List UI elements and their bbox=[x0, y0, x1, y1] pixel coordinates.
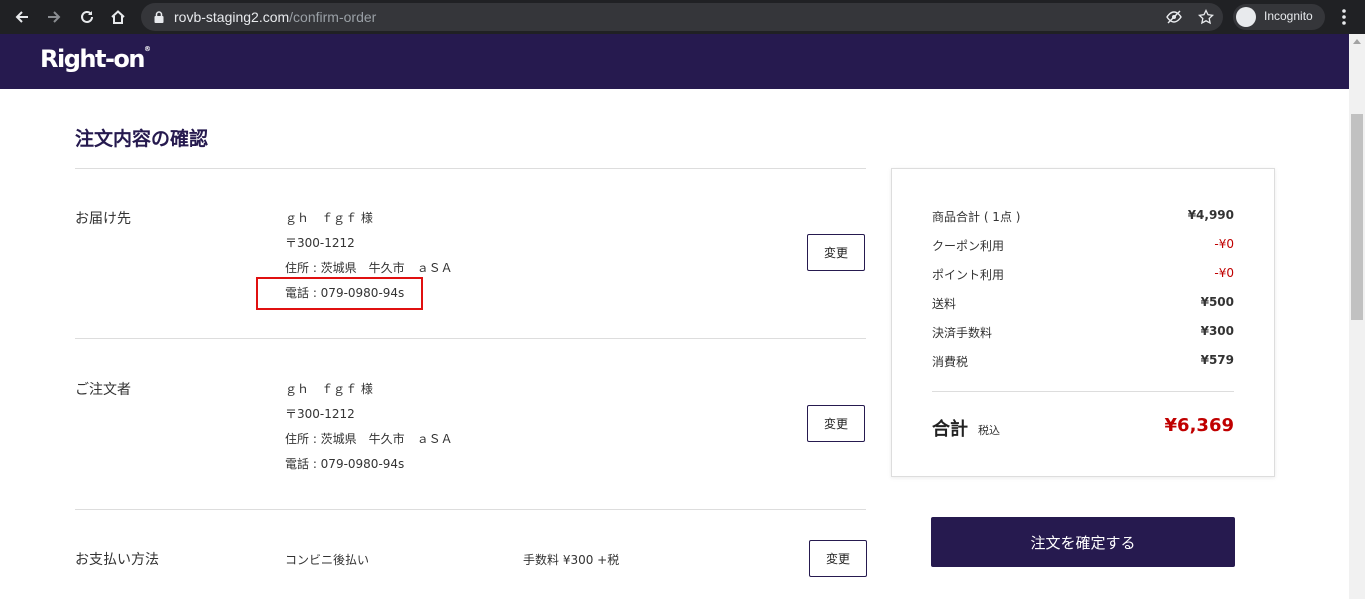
star-icon[interactable] bbox=[1198, 9, 1214, 25]
summary-row-value: -¥0 bbox=[1214, 266, 1234, 280]
delivery-label: お届け先 bbox=[75, 211, 131, 227]
payment-change-button[interactable]: 変更 bbox=[809, 540, 867, 577]
payment-method: コンビニ後払い bbox=[285, 553, 370, 567]
browser-toolbar: rovb-staging2.com/confirm-order Incognit… bbox=[0, 0, 1365, 34]
url-text: rovb-staging2.com/confirm-order bbox=[174, 9, 376, 25]
summary-row-value: ¥300 bbox=[1200, 324, 1234, 338]
summary-row: クーポン利用 -¥0 bbox=[932, 237, 1234, 255]
order-summary-card: 商品合計 ( 1点 ) ¥4,990 クーポン利用 -¥0 ポイント利用 -¥0… bbox=[891, 168, 1275, 477]
logo-text: Right-on bbox=[40, 45, 145, 73]
divider bbox=[75, 509, 866, 510]
payment-fee: 手数料 ¥300 +税 bbox=[523, 553, 620, 567]
incognito-badge[interactable]: Incognito bbox=[1233, 4, 1325, 30]
summary-row-label: 送料 bbox=[932, 297, 957, 311]
total-tax-note: 税込 bbox=[978, 424, 1000, 437]
summary-row: 送料 ¥500 bbox=[932, 295, 1234, 313]
delivery-address: 住所 : 茨城県 牛久市 ａＳＡ bbox=[285, 261, 453, 275]
logo-mark: ® bbox=[143, 45, 151, 53]
orderer-label: ご注文者 bbox=[75, 382, 131, 398]
site-logo[interactable]: Right-on® bbox=[40, 45, 151, 73]
divider bbox=[75, 338, 866, 339]
summary-row-value: ¥500 bbox=[1200, 295, 1234, 309]
delivery-change-button[interactable]: 変更 bbox=[807, 234, 865, 271]
summary-row: ポイント利用 -¥0 bbox=[932, 266, 1234, 284]
summary-row: 決済手数料 ¥300 bbox=[932, 324, 1234, 342]
summary-divider bbox=[932, 391, 1234, 392]
phone-highlight-box bbox=[256, 277, 423, 310]
confirm-order-button[interactable]: 注文を確定する bbox=[931, 517, 1235, 567]
summary-row-label: 消費税 bbox=[932, 355, 969, 369]
summary-row-value: -¥0 bbox=[1214, 237, 1234, 251]
delivery-postal: 〒300-1212 bbox=[285, 236, 355, 250]
summary-row: 商品合計 ( 1点 ) ¥4,990 bbox=[932, 208, 1234, 226]
orderer-postal: 〒300-1212 bbox=[285, 407, 355, 421]
total-value: ¥6,369 bbox=[1164, 415, 1234, 436]
total-label: 合計 bbox=[932, 419, 968, 440]
delivery-name: ｇｈ ｆｇｆ 様 bbox=[285, 211, 373, 225]
payment-label: お支払い方法 bbox=[75, 552, 159, 568]
orderer-address: 住所 : 茨城県 牛久市 ａＳＡ bbox=[285, 432, 453, 446]
incognito-icon bbox=[1236, 7, 1256, 27]
home-icon[interactable] bbox=[106, 5, 130, 29]
site-header: Right-on® bbox=[0, 34, 1349, 89]
forward-icon[interactable] bbox=[42, 5, 66, 29]
summary-row-value: ¥4,990 bbox=[1187, 208, 1234, 222]
scroll-thumb[interactable] bbox=[1351, 114, 1363, 320]
url-host: rovb-staging2.com bbox=[174, 9, 290, 25]
summary-row: 消費税 ¥579 bbox=[932, 353, 1234, 371]
address-bar[interactable]: rovb-staging2.com/confirm-order bbox=[141, 3, 1223, 31]
url-path: /confirm-order bbox=[289, 9, 377, 25]
orderer-name: ｇｈ ｆｇｆ 様 bbox=[285, 382, 373, 396]
back-icon[interactable] bbox=[10, 5, 34, 29]
page-title: 注文内容の確認 bbox=[75, 128, 209, 150]
incognito-label: Incognito bbox=[1264, 9, 1313, 23]
summary-row-label: 決済手数料 bbox=[932, 326, 993, 340]
scroll-up-arrow-icon[interactable] bbox=[1353, 39, 1361, 44]
eye-off-icon[interactable] bbox=[1166, 9, 1182, 25]
divider bbox=[75, 168, 866, 169]
summary-row-value: ¥579 bbox=[1200, 353, 1234, 367]
lock-icon bbox=[154, 11, 164, 23]
orderer-phone: 電話 : 079-0980-94s bbox=[285, 457, 405, 471]
more-menu-icon[interactable] bbox=[1336, 6, 1352, 28]
summary-row-label: ポイント利用 bbox=[932, 268, 1005, 282]
orderer-change-button[interactable]: 変更 bbox=[807, 405, 865, 442]
summary-row-label: クーポン利用 bbox=[932, 239, 1005, 253]
reload-icon[interactable] bbox=[75, 5, 99, 29]
summary-row-label: 商品合計 ( 1点 ) bbox=[932, 210, 1021, 224]
page-scrollbar[interactable] bbox=[1349, 34, 1365, 599]
